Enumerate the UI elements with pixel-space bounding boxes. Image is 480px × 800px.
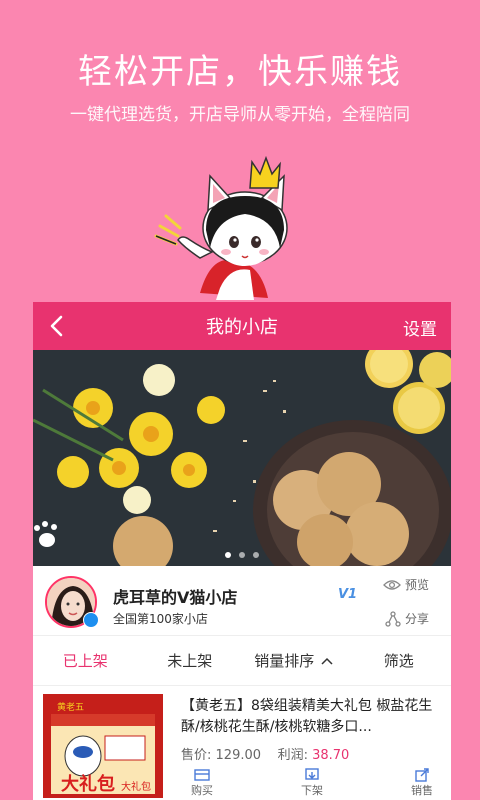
promo-subline: 一键代理选货，开店导师从零开始，全程陪同 xyxy=(70,105,410,125)
price-value: 129.00 xyxy=(215,748,262,763)
shop-banner[interactable] xyxy=(33,350,451,566)
chevron-left-icon xyxy=(50,315,63,337)
share-label: 分享 xyxy=(404,612,429,626)
box-big-text: 大礼包 xyxy=(61,773,115,795)
box-small-text: 大礼包 xyxy=(121,780,151,793)
pagination-dot[interactable] xyxy=(253,552,259,558)
page-title: 我的小店 xyxy=(206,317,278,338)
card-icon xyxy=(194,769,210,781)
shop-info: 虎耳草的V猫小店 全国第100家小店 V1 预览 分享 xyxy=(33,566,451,636)
preview-button[interactable]: 预览 xyxy=(383,576,429,593)
tab-label: 筛选 xyxy=(383,652,414,670)
product-item[interactable]: 黄老五 大礼包 大礼包 【黄老五】8袋组装精美大礼包 椒盐花生酥/核桃花生酥/核… xyxy=(33,686,451,798)
tab-label: 销量排序 xyxy=(254,652,315,670)
product-tabs: 已上架 未上架 销量排序 筛选 xyxy=(33,636,451,686)
shop-rank: 全国第100家小店 xyxy=(113,612,208,626)
verified-badge-icon xyxy=(83,612,99,628)
product-image[interactable]: 黄老五 大礼包 大礼包 xyxy=(43,694,163,798)
app-screen: 我的小店 设置 虎耳草的V猫小店 全国第100家小店 V1 预览 分享 已上架 … xyxy=(33,302,451,800)
chevron-up-icon xyxy=(321,657,333,665)
shop-name: 虎耳草的V猫小店 xyxy=(113,588,238,607)
sell-button[interactable]: 销售 xyxy=(411,768,433,798)
settings-button[interactable]: 设置 xyxy=(403,315,437,340)
product-price-row: 售价: 129.00 利润: 38.70 xyxy=(181,744,349,763)
vip-level-badge: V1 xyxy=(338,587,358,602)
back-button[interactable] xyxy=(33,302,81,350)
share-icon xyxy=(385,610,401,627)
tab-on-shelf[interactable]: 已上架 xyxy=(33,636,138,685)
price-label: 售价: xyxy=(181,748,212,763)
tab-filter[interactable]: 筛选 xyxy=(347,636,452,685)
tab-label: 已上架 xyxy=(62,652,108,670)
banner-image xyxy=(33,350,451,566)
profit-label: 利润: xyxy=(277,748,308,763)
unshelve-button[interactable]: 下架 xyxy=(301,768,323,798)
pagination-dot[interactable] xyxy=(225,552,231,558)
eye-icon xyxy=(383,579,401,590)
product-actions: 购买 下架 销售 xyxy=(181,768,443,798)
buy-button[interactable]: 购买 xyxy=(191,768,213,798)
share-button[interactable]: 分享 xyxy=(385,610,429,627)
cat-mascot-illustration xyxy=(154,155,288,300)
preview-label: 预览 xyxy=(404,578,429,592)
product-title[interactable]: 【黄老五】8袋组装精美大礼包 椒盐花生酥/核桃花生酥/核桃软糖多口... xyxy=(181,696,443,738)
box-brand-text: 黄老五 xyxy=(57,701,84,713)
pagination-dot[interactable] xyxy=(239,552,245,558)
share-out-icon xyxy=(415,768,429,782)
tab-off-shelf[interactable]: 未上架 xyxy=(138,636,243,685)
promo-headline: 轻松开店，快乐赚钱 xyxy=(78,52,402,92)
unshelve-label: 下架 xyxy=(301,784,323,797)
buy-label: 购买 xyxy=(191,784,213,797)
unshelve-icon xyxy=(305,768,319,780)
tab-label: 未上架 xyxy=(167,652,213,670)
gift-box-image: 黄老五 大礼包 大礼包 xyxy=(43,694,163,798)
tab-sort-by-sales[interactable]: 销量排序 xyxy=(242,636,347,685)
sell-label: 销售 xyxy=(411,784,433,797)
profit-value: 38.70 xyxy=(312,748,350,763)
banner-pagination xyxy=(225,552,259,558)
top-bar: 我的小店 设置 xyxy=(33,302,451,350)
